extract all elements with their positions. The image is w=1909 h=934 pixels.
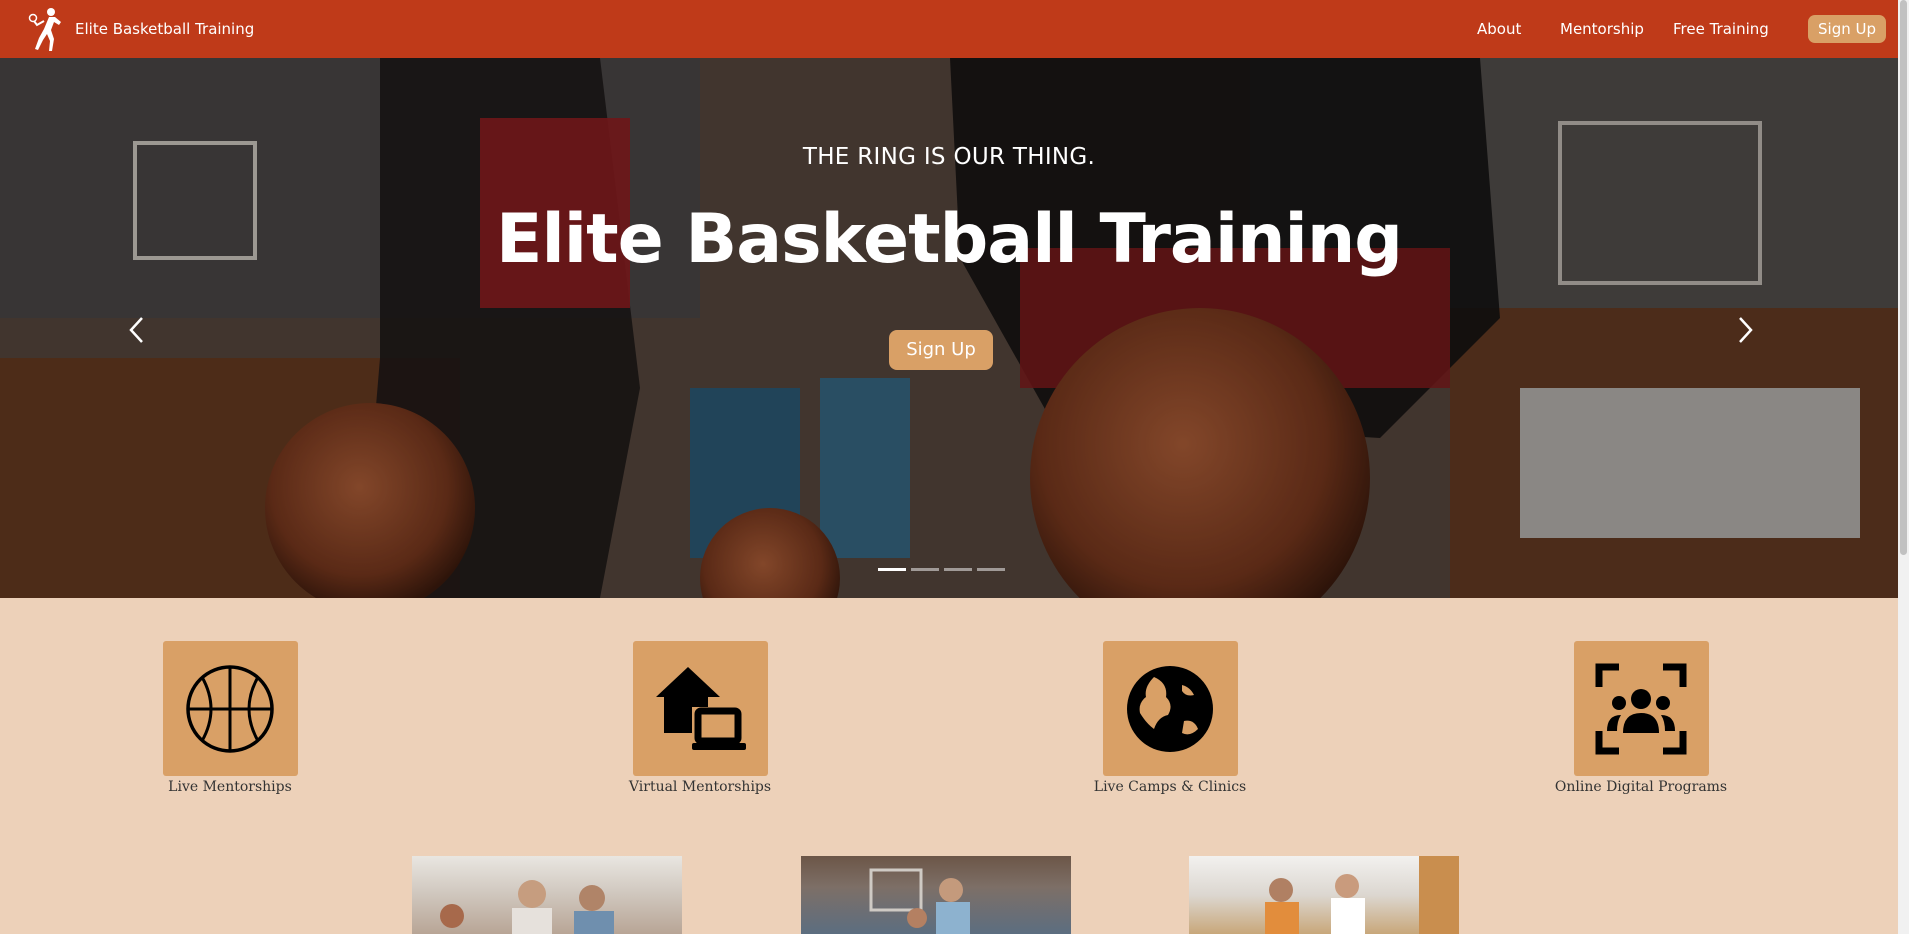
carousel-indicator[interactable]	[944, 568, 972, 571]
hero-overlay	[0, 58, 1898, 598]
home-laptop-icon	[656, 666, 746, 750]
service-label: Live Mentorships	[168, 779, 292, 795]
carousel-prev-button[interactable]	[122, 310, 152, 350]
training-photo	[412, 856, 682, 934]
training-photo-image	[869, 868, 970, 934]
service-label: Virtual Mentorships	[628, 779, 772, 795]
brand-link[interactable]: Elite Basketball Training	[27, 5, 254, 53]
carousel-indicator[interactable]	[977, 568, 1005, 571]
nav-about-link[interactable]: About	[1477, 20, 1521, 38]
basketball-player-icon	[28, 8, 61, 51]
top-navbar: Elite Basketball Training About Mentorsh…	[0, 0, 1898, 58]
service-label: Online Digital Programs	[1554, 779, 1728, 795]
carousel-indicators	[878, 568, 1010, 571]
nav-sign-up-button[interactable]: Sign Up	[1808, 15, 1886, 43]
hero-carousel: THE RING IS OUR THING. Elite Basketball …	[0, 58, 1898, 598]
service-tile[interactable]	[1573, 641, 1709, 776]
chevron-left-icon	[129, 317, 143, 343]
hero-title: Elite Basketball Training	[496, 200, 1403, 279]
service-virtual-mentorships[interactable]: Virtual Mentorships	[600, 641, 800, 795]
training-photo-image	[1265, 856, 1459, 934]
hero-tagline: THE RING IS OUR THING.	[802, 144, 1096, 170]
carousel-next-button[interactable]	[1730, 310, 1760, 350]
hero-sign-up-button[interactable]: Sign Up	[889, 330, 993, 370]
service-tile[interactable]	[1102, 641, 1238, 776]
group-focus-icon	[1595, 663, 1687, 754]
training-photo-image	[440, 880, 614, 934]
service-tile[interactable]	[632, 641, 768, 776]
service-online-digital-programs[interactable]: Online Digital Programs	[1541, 641, 1741, 795]
nav-free-training-link[interactable]: Free Training	[1673, 20, 1769, 38]
brand-name: Elite Basketball Training	[75, 20, 255, 38]
basketball-icon	[186, 664, 274, 753]
globe-icon	[1127, 665, 1213, 752]
carousel-indicator[interactable]	[911, 568, 939, 571]
training-photo	[801, 856, 1071, 934]
service-live-mentorships[interactable]: Live Mentorships	[130, 641, 330, 795]
page-scrollbar[interactable]	[1898, 0, 1909, 934]
carousel-indicator[interactable]	[878, 568, 906, 571]
chevron-right-icon	[1739, 317, 1753, 343]
scrollbar-thumb[interactable]	[1900, 0, 1907, 555]
service-tile[interactable]	[162, 641, 298, 776]
service-live-camps-clinics[interactable]: Live Camps & Clinics	[1070, 641, 1270, 795]
nav-mentorship-link[interactable]: Mentorship	[1560, 20, 1644, 38]
training-photo	[1189, 856, 1459, 934]
service-label: Live Camps & Clinics	[1093, 779, 1247, 795]
